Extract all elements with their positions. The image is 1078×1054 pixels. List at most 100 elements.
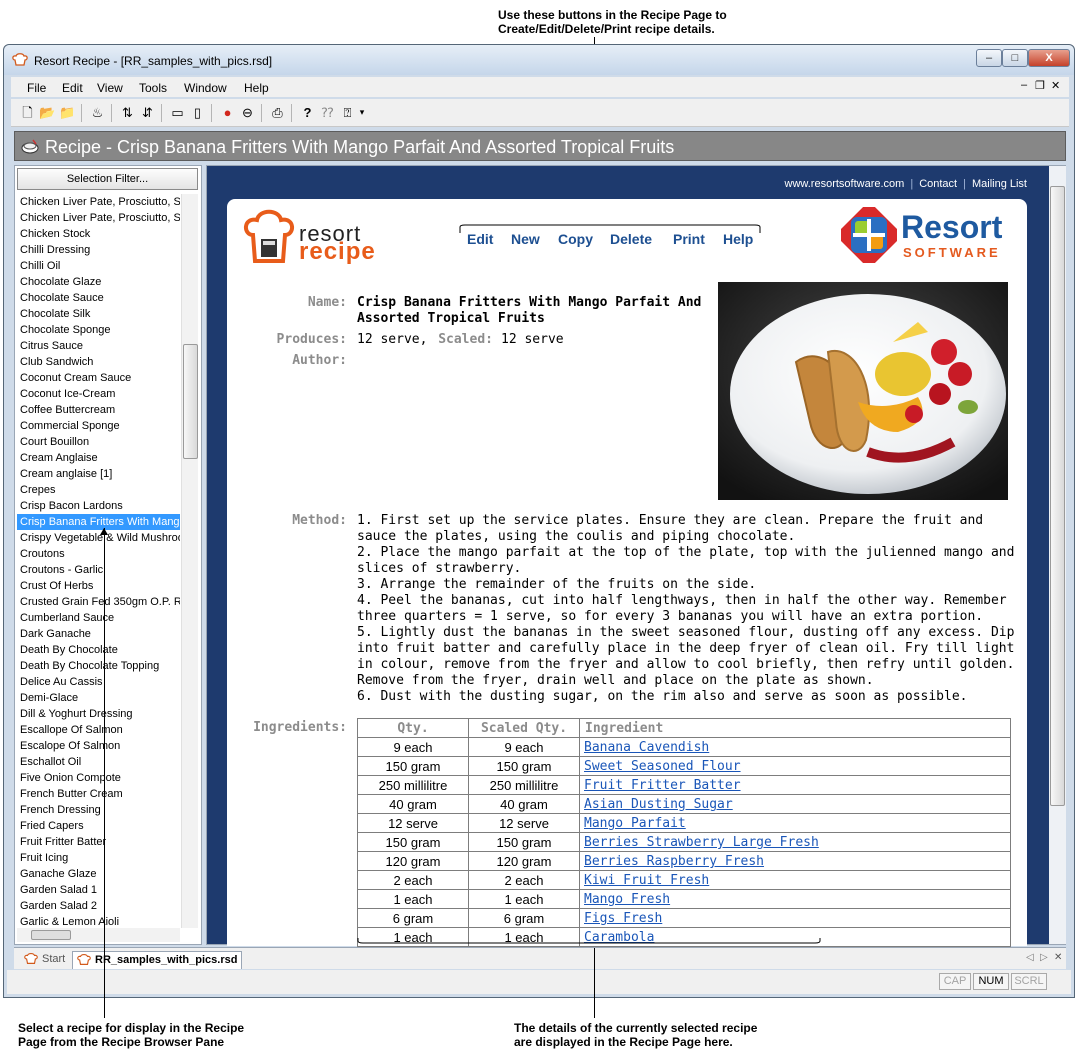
recipe-list-item[interactable]: Dark Ganache: [17, 626, 180, 642]
recipe-list-item[interactable]: Fruit Icing: [17, 850, 180, 866]
tab-rr-samples[interactable]: RR_samples_with_pics.rsd: [72, 951, 243, 969]
book-icon[interactable]: ▯: [189, 104, 206, 121]
menu-tools[interactable]: Tools: [139, 81, 167, 95]
recipe-list-item[interactable]: Dill & Yoghurt Dressing: [17, 706, 180, 722]
ingredient-link[interactable]: Fruit Fritter Batter: [584, 778, 741, 793]
folder-icon[interactable]: ▭: [169, 104, 186, 121]
export-icon[interactable]: ⇵: [139, 104, 156, 121]
recipe-list-item[interactable]: Croutons - Garlic: [17, 562, 180, 578]
toolbar-overflow-icon[interactable]: ▾: [357, 104, 367, 121]
recipe-icon[interactable]: ⊖: [239, 104, 256, 121]
recipe-list-item[interactable]: Coconut Ice-Cream: [17, 386, 180, 402]
recipe-list-item[interactable]: Cream anglaise [1]: [17, 466, 180, 482]
delete-button[interactable]: Delete: [610, 231, 652, 247]
recipe-list-item[interactable]: Coffee Buttercream: [17, 402, 180, 418]
recipe-list-item[interactable]: Chocolate Sponge: [17, 322, 180, 338]
edit-button[interactable]: Edit: [467, 231, 493, 247]
recipe-list-item[interactable]: Five Onion Compote: [17, 770, 180, 786]
about-icon[interactable]: ⍰: [339, 104, 356, 121]
recipe-list-item[interactable]: Crepes: [17, 482, 180, 498]
menu-view[interactable]: View: [97, 81, 123, 95]
mdi-close-button[interactable]: ✕: [1051, 79, 1060, 92]
mailing-list-link[interactable]: Mailing List: [972, 178, 1027, 190]
recipe-list-item[interactable]: Citrus Sauce: [17, 338, 180, 354]
recipe-list-item[interactable]: Crispy Vegetable & Wild Mushroon: [17, 530, 180, 546]
recipe-list-item[interactable]: Delice Au Cassis: [17, 674, 180, 690]
recipe-list-item[interactable]: Club Sandwich: [17, 354, 180, 370]
recipe-list[interactable]: Chicken Liver Pate, Prosciutto, Sa Chicke…: [17, 194, 180, 928]
recipe-list-item[interactable]: Demi-Glace: [17, 690, 180, 706]
help-button[interactable]: Help: [723, 231, 753, 247]
contact-link[interactable]: Contact: [919, 178, 957, 190]
tab-start[interactable]: Start: [20, 951, 65, 969]
recipe-list-item[interactable]: Chicken Liver Pate, Prosciutto, Sa: [17, 194, 180, 210]
new-document-icon[interactable]: 🗋: [19, 104, 36, 121]
recipe-list-item[interactable]: French Dressing: [17, 802, 180, 818]
ingredient-link[interactable]: Banana Cavendish: [584, 740, 709, 755]
recipe-list-item[interactable]: Coconut Cream Sauce: [17, 370, 180, 386]
recipe-list-item[interactable]: Chilli Dressing: [17, 242, 180, 258]
title-bar[interactable]: Resort Recipe - [RR_samples_with_pics.rs…: [4, 45, 1074, 75]
print-icon[interactable]: ⎙: [269, 104, 286, 121]
recipe-list-item[interactable]: Garden Salad 2: [17, 898, 180, 914]
website-link[interactable]: www.resortsoftware.com: [785, 178, 905, 190]
recipe-list-item[interactable]: Fried Capers: [17, 818, 180, 834]
recipe-list-item[interactable]: French Butter Cream: [17, 786, 180, 802]
recipe-list-item[interactable]: Crust Of Herbs: [17, 578, 180, 594]
recipe-list-item[interactable]: Ganache Glaze: [17, 866, 180, 882]
recipe-list-item[interactable]: Chicken Liver Pate, Prosciutto, Sa: [17, 210, 180, 226]
recipe-list-item[interactable]: Chocolate Glaze: [17, 274, 180, 290]
recipe-page-scrollbar[interactable]: [1049, 166, 1066, 944]
recipe-list-item[interactable]: Garlic & Lemon Aioli: [17, 914, 180, 928]
recipe-list-item[interactable]: Cumberland Sauce: [17, 610, 180, 626]
minimize-button[interactable]: –: [976, 49, 1002, 67]
ingredient-link[interactable]: Asian Dusting Sugar: [584, 797, 733, 812]
ingredient-link[interactable]: Berries Strawberry Large Fresh: [584, 835, 819, 850]
scrollbar-thumb[interactable]: [1050, 186, 1065, 806]
import-icon[interactable]: ⇅: [119, 104, 136, 121]
recipe-list-item[interactable]: Death By Chocolate Topping: [17, 658, 180, 674]
context-help-icon[interactable]: ⁇: [319, 104, 336, 121]
tab-scroll-right-icon[interactable]: ▷: [1040, 952, 1048, 963]
recipe-list-item[interactable]: Chocolate Sauce: [17, 290, 180, 306]
ingredient-link[interactable]: Sweet Seasoned Flour: [584, 759, 741, 774]
recipe-list-scrollbar[interactable]: [181, 194, 198, 928]
menu-file[interactable]: File: [27, 81, 46, 95]
new-button[interactable]: New: [511, 231, 540, 247]
recipe-list-item[interactable]: Commercial Sponge: [17, 418, 180, 434]
scrollbar-thumb[interactable]: [31, 930, 71, 940]
open-folder-icon[interactable]: 📂: [39, 104, 56, 121]
recipe-list-item[interactable]: Eschallot Oil: [17, 754, 180, 770]
print-button[interactable]: Print: [673, 231, 705, 247]
recipe-list-item[interactable]: Cream Anglaise: [17, 450, 180, 466]
menu-help[interactable]: Help: [244, 81, 269, 95]
recipe-list-item[interactable]: Chicken Stock: [17, 226, 180, 242]
tab-close-icon[interactable]: ✕: [1054, 952, 1062, 963]
mdi-minimize-button[interactable]: –: [1021, 79, 1027, 91]
recipe-list-item[interactable]: Crisp Banana Fritters With Mango: [17, 514, 180, 530]
recipe-list-item[interactable]: Crisp Bacon Lardons: [17, 498, 180, 514]
recipe-list-item[interactable]: Chocolate Silk: [17, 306, 180, 322]
copy-button[interactable]: Copy: [558, 231, 593, 247]
ingredient-link[interactable]: Mango Parfait: [584, 816, 686, 831]
maximize-button[interactable]: □: [1002, 49, 1028, 67]
menu-edit[interactable]: Edit: [62, 81, 83, 95]
ingredient-icon[interactable]: ●: [219, 104, 236, 121]
save-icon[interactable]: 📁: [59, 104, 76, 121]
ingredient-link[interactable]: Mango Fresh: [584, 892, 670, 907]
help-icon[interactable]: ?: [299, 104, 316, 121]
recipe-list-item[interactable]: Court Bouillon: [17, 434, 180, 450]
recipe-list-item[interactable]: Death By Chocolate: [17, 642, 180, 658]
ingredient-link[interactable]: Kiwi Fruit Fresh: [584, 873, 709, 888]
mdi-restore-button[interactable]: ❐: [1035, 79, 1045, 92]
recipe-list-item[interactable]: Garden Salad 1: [17, 882, 180, 898]
scrollbar-thumb[interactable]: [183, 344, 198, 459]
recipe-list-item[interactable]: Chilli Oil: [17, 258, 180, 274]
recipe-list-item[interactable]: Croutons: [17, 546, 180, 562]
recipe-list-item[interactable]: Escallope Of Salmon: [17, 722, 180, 738]
ingredient-link[interactable]: Berries Raspberry Fresh: [584, 854, 764, 869]
recipe-list-hscrollbar[interactable]: [17, 928, 180, 942]
recipe-list-item[interactable]: Escalope Of Salmon: [17, 738, 180, 754]
close-button[interactable]: X: [1028, 49, 1070, 67]
menu-window[interactable]: Window: [184, 81, 227, 95]
